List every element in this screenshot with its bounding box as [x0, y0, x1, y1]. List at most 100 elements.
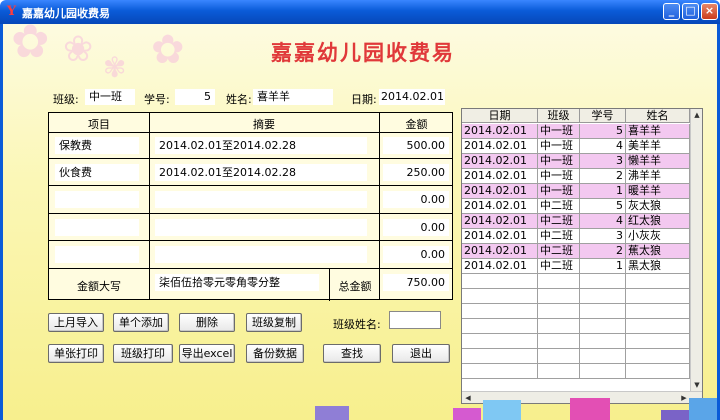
table-row-empty — [462, 289, 690, 304]
table-row[interactable]: 2014.02.01 中一班 5 喜羊羊 — [462, 124, 690, 139]
item-field[interactable] — [55, 191, 139, 208]
add-single-button[interactable]: 单个添加 — [113, 313, 169, 332]
table-cell-date: 2014.02.01 — [462, 229, 538, 243]
column-header-id[interactable]: 学号 — [580, 109, 626, 123]
date-field[interactable]: 2014.02.01 — [379, 89, 445, 105]
table-cell-id: 3 — [580, 229, 626, 243]
app-logo-icon: Y — [6, 4, 17, 19]
amount-field[interactable]: 0.00 — [383, 191, 449, 208]
scroll-up-icon[interactable]: ▲ — [691, 109, 703, 121]
table-cell-empty — [580, 274, 626, 288]
table-cell-empty — [462, 334, 538, 348]
table-row[interactable]: 2014.02.01 中一班 1 暖羊羊 — [462, 184, 690, 199]
table-cell-id: 2 — [580, 169, 626, 183]
main-window: ✿ ❀ ✿ ✾ 嘉嘉幼儿园收费易 班级: 中一班 学号: 5 姓名: 喜羊羊 日… — [0, 24, 720, 420]
table-cell-empty — [580, 349, 626, 363]
amount-field[interactable]: 0.00 — [383, 219, 449, 236]
building-decoration-icon — [453, 408, 481, 420]
table-cell-id: 4 — [580, 139, 626, 153]
table-cell-empty — [580, 364, 626, 378]
table-row[interactable]: 2014.02.01 中二班 4 红太狼 — [462, 214, 690, 229]
table-cell-empty — [580, 304, 626, 318]
scroll-down-icon[interactable]: ▼ — [691, 379, 703, 391]
delete-button[interactable]: 删除 — [179, 313, 235, 332]
item-field[interactable]: 伙食费 — [55, 164, 139, 181]
exit-button[interactable]: 退出 — [392, 344, 450, 363]
table-row[interactable]: 2014.02.01 中一班 3 懒羊羊 — [462, 154, 690, 169]
table-cell-date: 2014.02.01 — [462, 214, 538, 228]
table-cell-class: 中一班 — [538, 139, 580, 153]
window-title: 嘉嘉幼儿园收费易 — [22, 7, 110, 20]
column-header-class[interactable]: 班级 — [538, 109, 580, 123]
class-name-input[interactable] — [389, 311, 441, 329]
table-row-empty — [462, 304, 690, 319]
amount-field[interactable]: 500.00 — [383, 137, 449, 154]
table-cell-empty — [626, 274, 690, 288]
table-row[interactable]: 2014.02.01 中二班 5 灰太狼 — [462, 199, 690, 214]
table-cell-empty — [462, 289, 538, 303]
maximize-button[interactable]: □ — [682, 3, 699, 20]
table-row[interactable]: 2014.02.01 中二班 1 黑太狼 — [462, 259, 690, 274]
table-cell-empty — [462, 349, 538, 363]
table-cell-empty — [626, 304, 690, 318]
table-cell-empty — [538, 274, 580, 288]
table-cell-date: 2014.02.01 — [462, 184, 538, 198]
export-excel-button[interactable]: 导出excel — [179, 344, 235, 363]
table-row[interactable]: 2014.02.01 中一班 4 美羊羊 — [462, 139, 690, 154]
records-table[interactable]: 日期 班级 学号 姓名 2014.02.01 中一班 5 喜羊羊 2014.02.01 中… — [461, 108, 703, 404]
amount-field[interactable]: 0.00 — [383, 246, 449, 263]
summary-field[interactable] — [155, 191, 367, 208]
copy-class-button[interactable]: 班级复制 — [246, 313, 302, 332]
item-field[interactable] — [55, 219, 139, 236]
print-single-button[interactable]: 单张打印 — [48, 344, 104, 363]
backup-data-button[interactable]: 备份数据 — [246, 344, 304, 363]
flower-decoration-icon: ✿ — [11, 24, 50, 68]
table-cell-class: 中一班 — [538, 124, 580, 138]
table-cell-class: 中一班 — [538, 184, 580, 198]
column-header-name[interactable]: 姓名 — [626, 109, 690, 123]
class-field[interactable]: 中一班 — [85, 89, 135, 105]
table-cell-name: 灰太狼 — [626, 199, 690, 213]
name-field[interactable]: 喜羊羊 — [253, 89, 333, 105]
column-header-date[interactable]: 日期 — [462, 109, 538, 123]
summary-field[interactable]: 2014.02.01至2014.02.28 — [155, 164, 367, 181]
print-class-button[interactable]: 班级打印 — [113, 344, 173, 363]
flower-decoration-icon: ✾ — [103, 51, 127, 84]
total-amount-field[interactable]: 750.00 — [383, 274, 449, 291]
building-decoration-icon — [483, 400, 521, 420]
close-button[interactable]: × — [701, 3, 718, 20]
table-cell-name: 喜羊羊 — [626, 124, 690, 138]
item-field[interactable]: 保教费 — [55, 137, 139, 154]
search-button[interactable]: 查找 — [323, 344, 381, 363]
import-last-month-button[interactable]: 上月导入 — [48, 313, 104, 332]
table-row[interactable]: 2014.02.01 中二班 2 蕉太狼 — [462, 244, 690, 259]
vertical-scrollbar[interactable]: ▲ ▼ — [690, 109, 702, 391]
flower-decoration-icon: ✿ — [151, 27, 185, 73]
amount-field[interactable]: 250.00 — [383, 164, 449, 181]
student-id-field[interactable]: 5 — [175, 89, 215, 105]
name-label: 姓名: — [226, 93, 252, 106]
minimize-button[interactable]: _ — [663, 3, 680, 20]
table-cell-date: 2014.02.01 — [462, 244, 538, 258]
table-cell-empty — [626, 349, 690, 363]
scroll-left-icon[interactable]: ◀ — [462, 392, 474, 404]
table-cell-id: 1 — [580, 259, 626, 273]
table-row-empty — [462, 349, 690, 364]
item-field[interactable] — [55, 246, 139, 263]
table-cell-empty — [538, 304, 580, 318]
summary-field[interactable] — [155, 246, 367, 263]
table-row[interactable]: 2014.02.01 中二班 3 小灰灰 — [462, 229, 690, 244]
table-cell-class: 中二班 — [538, 244, 580, 258]
table-cell-name: 小灰灰 — [626, 229, 690, 243]
building-decoration-icon — [570, 398, 610, 420]
table-cell-name: 暖羊羊 — [626, 184, 690, 198]
table-cell-id: 5 — [580, 199, 626, 213]
summary-field[interactable] — [155, 219, 367, 236]
table-row[interactable]: 2014.02.01 中一班 2 沸羊羊 — [462, 169, 690, 184]
building-decoration-icon — [689, 398, 717, 420]
amount-in-words-field[interactable]: 柒佰伍拾零元零角零分整 — [155, 274, 319, 291]
table-cell-date: 2014.02.01 — [462, 154, 538, 168]
table-cell-empty — [580, 334, 626, 348]
summary-field[interactable]: 2014.02.01至2014.02.28 — [155, 137, 367, 154]
title-bar[interactable]: Y 嘉嘉幼儿园收费易 _ □ × — [0, 0, 720, 24]
